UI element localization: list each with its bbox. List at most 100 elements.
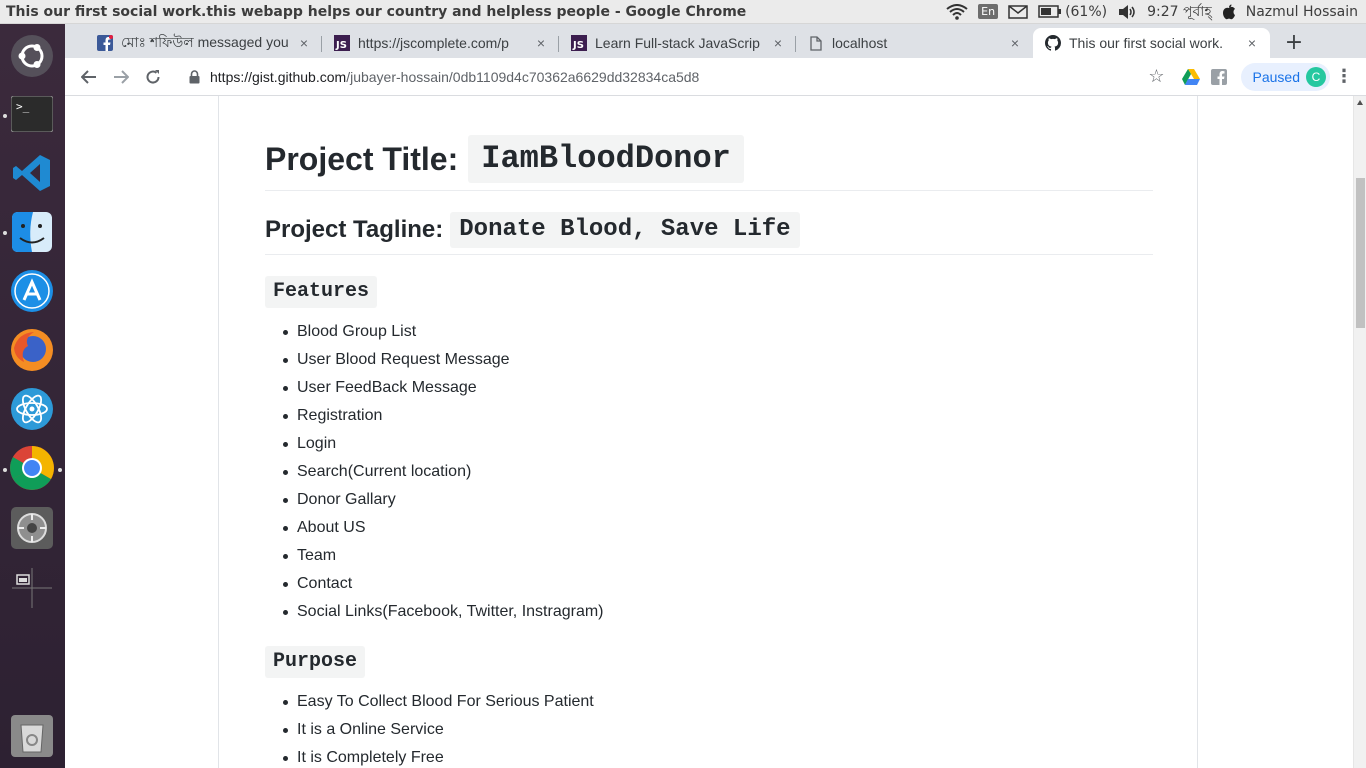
battery-icon — [1038, 5, 1062, 18]
forward-arrow-icon — [114, 69, 129, 84]
feature-list-item: Registration — [265, 402, 604, 430]
battery-indicator[interactable]: (61%) — [1038, 4, 1107, 20]
project-tagline-label: Project Tagline: — [265, 216, 444, 243]
back-button[interactable] — [73, 61, 105, 93]
feature-list-item: Blood Group List — [265, 318, 604, 346]
clock[interactable]: 9:27 পূর্বাহ্ — [1147, 0, 1212, 24]
url-path: /jubayer-hossain/0db1109d4c70362a6629dd3… — [346, 68, 700, 85]
settings-icon[interactable] — [8, 504, 56, 552]
profile-paused-button[interactable]: Paused C — [1240, 62, 1330, 91]
launcher: >_ — [0, 24, 65, 768]
close-tab-icon[interactable]: × — [1244, 35, 1260, 51]
paused-label: Paused — [1252, 68, 1300, 85]
window-title: This our first social work.this webapp h… — [6, 3, 747, 20]
feature-list-item: Contact — [265, 570, 604, 598]
page-icon — [808, 35, 824, 51]
url-host: https://gist.github.com — [210, 68, 347, 85]
tab-title: মোঃ শফিউল messaged you — [121, 34, 289, 50]
reload-icon — [146, 69, 160, 84]
bookmark-star-icon[interactable]: ☆ — [1148, 66, 1164, 87]
js-icon: JS — [334, 35, 350, 51]
feature-list-item: About US — [265, 514, 604, 542]
app-store-icon[interactable] — [8, 267, 56, 315]
terminal-icon[interactable]: >_ — [8, 90, 56, 138]
facebook-icon — [97, 35, 113, 51]
vscode-icon[interactable] — [8, 149, 56, 197]
battery-percent: (61%) — [1065, 3, 1108, 20]
gist-file-box: Project Title: IamBloodDonor Project Tag… — [218, 96, 1198, 768]
svg-text:JS: JS — [572, 40, 584, 51]
chrome-icon[interactable] — [8, 444, 56, 492]
svg-text:>_: >_ — [16, 100, 30, 113]
chrome-menu-icon[interactable]: ⋮ — [1330, 66, 1358, 87]
address-bar[interactable]: https://gist.github.com/jubayer-hossain/… — [179, 61, 1171, 92]
feature-list-item: Team — [265, 542, 604, 570]
running-indicator — [3, 468, 7, 472]
project-title-heading: Project Title: IamBloodDonor — [265, 135, 1153, 191]
forward-button[interactable] — [105, 61, 137, 93]
running-indicator — [3, 231, 7, 235]
close-tab-icon[interactable]: × — [533, 35, 549, 51]
volume-icon[interactable] — [1117, 4, 1137, 20]
tab-title: This our first social work. — [1069, 35, 1224, 51]
features-heading: Features — [265, 276, 378, 308]
page-scrollbar[interactable] — [1353, 96, 1366, 768]
scroll-up-arrow-icon[interactable] — [1357, 100, 1363, 105]
firefox-icon[interactable] — [8, 326, 56, 374]
focused-indicator — [58, 468, 62, 472]
purpose-list-item: It is Completely Free — [265, 744, 594, 768]
apple-icon[interactable] — [1222, 4, 1236, 20]
tab-facebook[interactable]: মোঃ শফিউল messaged you × — [85, 28, 322, 58]
browser-toolbar: https://gist.github.com/jubayer-hossain/… — [65, 58, 1366, 96]
avatar: C — [1306, 66, 1326, 87]
keyboard-layout-indicator[interactable]: En — [978, 4, 999, 19]
tab-title: https://jscomplete.com/p — [358, 35, 509, 51]
lock-icon[interactable] — [189, 69, 200, 84]
close-tab-icon[interactable]: × — [1007, 35, 1023, 51]
project-title-label: Project Title: — [265, 141, 459, 177]
tab-title: Learn Full-stack JavaScrip — [595, 35, 760, 51]
system-top-bar: This our first social work.this webapp h… — [0, 0, 1366, 24]
running-indicator — [3, 114, 7, 118]
workspace-switcher-icon[interactable] — [8, 564, 56, 612]
feature-list-item: Login — [265, 430, 604, 458]
purpose-heading: Purpose — [265, 646, 366, 678]
purpose-list-item: It is a Online Service — [265, 716, 594, 744]
github-icon — [1045, 35, 1061, 51]
js-icon: JS — [571, 35, 587, 51]
purpose-list: Easy To Collect Blood For Serious Patien… — [265, 688, 594, 768]
svg-text:JS: JS — [335, 40, 347, 51]
feature-list-item: Search(Current location) — [265, 458, 604, 486]
features-list: Blood Group List User Blood Request Messa… — [265, 318, 604, 626]
project-tagline-code: Donate Blood, Save Life — [450, 212, 800, 248]
tab-title: localhost — [832, 35, 888, 51]
page-viewport: Project Title: IamBloodDonor Project Tag… — [65, 96, 1353, 768]
feature-list-item: User FeedBack Message — [265, 374, 604, 402]
tab-strip: মোঃ শফিউল messaged you × JS https://jsco… — [65, 24, 1366, 58]
tab-jscomplete[interactable]: JS https://jscomplete.com/p × — [322, 28, 559, 58]
project-title-code: IamBloodDonor — [468, 135, 744, 183]
tab-gist-active[interactable]: This our first social work. × — [1033, 28, 1270, 58]
user-name[interactable]: Nazmul Hossain — [1246, 4, 1358, 20]
mail-icon[interactable] — [1008, 4, 1028, 19]
tab-learn-fullstack[interactable]: JS Learn Full-stack JavaScrip × — [559, 28, 796, 58]
purpose-list-item: Easy To Collect Blood For Serious Patien… — [265, 688, 594, 716]
reload-button[interactable] — [137, 61, 169, 93]
feature-list-item: User Blood Request Message — [265, 346, 604, 374]
wifi-icon[interactable] — [946, 3, 968, 20]
feature-list-item: Donor Gallary — [265, 486, 604, 514]
close-tab-icon[interactable]: × — [296, 35, 312, 51]
finder-icon[interactable] — [8, 208, 56, 256]
project-tagline-heading: Project Tagline: Donate Blood, Save Life — [265, 212, 1153, 255]
close-tab-icon[interactable]: × — [770, 35, 786, 51]
google-drive-extension-icon[interactable] — [1177, 63, 1205, 91]
ubuntu-dash-icon[interactable] — [8, 32, 56, 80]
new-tab-button[interactable]: + — [1280, 28, 1308, 56]
facebook-extension-icon[interactable] — [1205, 63, 1233, 91]
tab-localhost[interactable]: localhost × — [796, 28, 1033, 58]
scrollbar-thumb[interactable] — [1356, 178, 1365, 328]
atom-icon[interactable] — [8, 385, 56, 433]
trash-icon[interactable] — [8, 712, 56, 760]
feature-list-item: Social Links(Facebook, Twitter, Instragr… — [265, 598, 604, 626]
back-arrow-icon — [81, 69, 96, 84]
